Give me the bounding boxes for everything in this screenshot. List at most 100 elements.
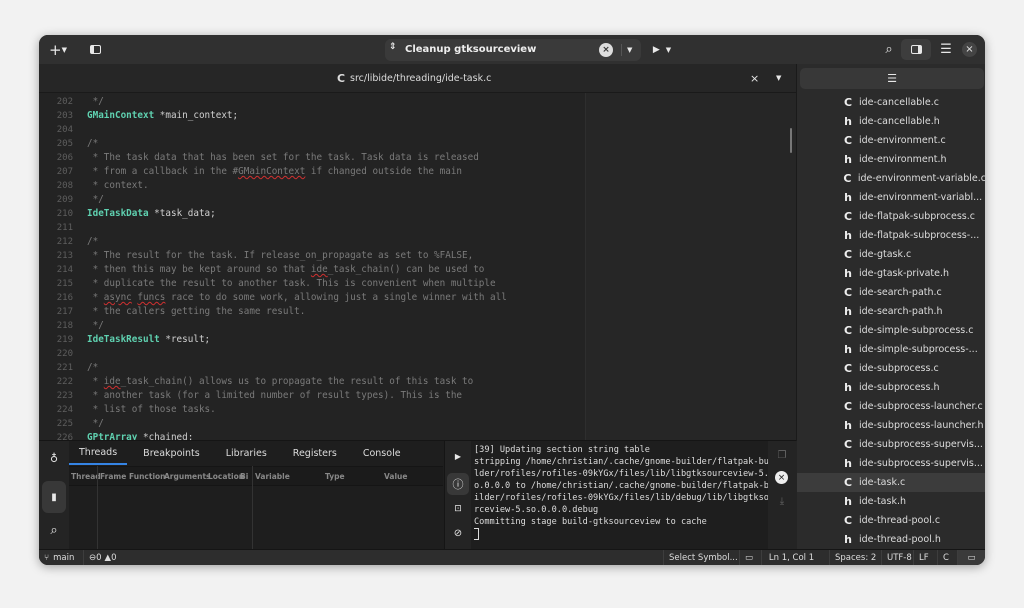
tab-console[interactable]: Console <box>353 441 411 465</box>
encoding[interactable]: UTF-8 <box>881 550 917 565</box>
code-line: * duplicate the result to another task. … <box>87 278 496 289</box>
file-item[interactable]: Cide-task.c <box>797 473 985 492</box>
line-ending[interactable]: LF <box>913 550 934 565</box>
column-header[interactable]: Bi <box>240 472 248 481</box>
menu-button[interactable]: ☰ <box>936 40 956 59</box>
file-item[interactable]: h ide-flatpak-subprocess-... <box>797 226 985 245</box>
column-header[interactable]: Value <box>384 472 407 481</box>
tab-menu-icon[interactable]: ▼ <box>776 74 781 82</box>
column-header[interactable]: Type <box>325 472 345 481</box>
file-item[interactable]: h ide-subprocess.h <box>797 378 985 397</box>
code-line: GPtrArray *chained; <box>87 432 194 440</box>
download-icon[interactable]: ⤓ <box>773 493 791 509</box>
terminal-icon[interactable]: ⊡ <box>448 501 468 517</box>
file-item[interactable]: Cide-subprocess-launcher.c <box>797 397 985 416</box>
c-file-icon: C <box>843 248 853 261</box>
tab-libraries[interactable]: Libraries <box>216 441 277 465</box>
file-item[interactable]: h ide-environment.h <box>797 150 985 169</box>
c-file-icon: C <box>843 286 853 299</box>
target-label: Cleanup gtksourceview <box>405 44 537 55</box>
file-item[interactable]: Cide-search-path.c <box>797 283 985 302</box>
column-header[interactable]: Location <box>208 472 244 481</box>
file-item[interactable]: Cide-thread-pool.c <box>797 511 985 530</box>
stop-icon[interactable]: × <box>599 43 613 57</box>
line-number: 203 <box>56 111 73 121</box>
code-line: IdeTaskData *task_data; <box>87 208 216 219</box>
code-line: * context. <box>87 180 149 191</box>
code-line: * ide_task_chain() allows us to propagat… <box>87 376 474 387</box>
build-target-selector[interactable]: ⇕ Cleanup gtksourceview × ▼ <box>385 39 641 61</box>
column-header[interactable]: Variable <box>255 472 290 481</box>
file-item[interactable]: h ide-environment-variabl... <box>797 188 985 207</box>
run-button[interactable]: ▶ ▼ <box>647 40 677 59</box>
warning-count: 0 <box>111 553 117 563</box>
build-console[interactable]: ▶ ⓘ ⊡ ⊘ [39] Updating section string tab… <box>444 441 797 550</box>
diagnostics-indicator[interactable]: ⊖ 0 ▲ 0 <box>83 550 122 565</box>
search-icon[interactable]: ⌕ <box>44 521 64 539</box>
outline-button[interactable]: ☰ <box>800 68 984 89</box>
close-tab-icon[interactable]: × <box>750 72 759 85</box>
globe-icon[interactable]: ⊘ <box>448 525 468 541</box>
info-icon[interactable]: ⓘ <box>447 473 469 495</box>
line-number: 205 <box>56 139 73 149</box>
chevron-down-icon: ▼ <box>665 45 672 54</box>
clear-icon[interactable]: × <box>775 471 788 484</box>
tab-breakpoints[interactable]: Breakpoints <box>133 441 210 465</box>
line-number: 215 <box>56 279 73 289</box>
line-number: 219 <box>56 335 73 345</box>
menu-icon: ☰ <box>940 42 952 57</box>
file-item[interactable]: Cide-cancellable.c <box>797 93 985 112</box>
column-header[interactable]: Frame <box>100 472 126 481</box>
file-item[interactable]: h ide-cancellable.h <box>797 112 985 131</box>
file-name: ide-simple-subprocess.c <box>859 325 974 336</box>
tab-registers[interactable]: Registers <box>283 441 347 465</box>
language[interactable]: C <box>937 550 954 565</box>
file-item[interactable]: Cide-gtask.c <box>797 245 985 264</box>
run-icon[interactable]: ▶ <box>448 448 468 464</box>
target-menu-icon[interactable]: ▼ <box>621 44 632 56</box>
file-item[interactable]: Cide-subprocess.c <box>797 359 985 378</box>
column-header[interactable]: Function <box>129 472 166 481</box>
panel-toggle-icon[interactable]: ▭ <box>957 550 985 565</box>
line-number: 207 <box>56 167 73 177</box>
c-file-icon: C <box>843 210 853 223</box>
code-editor[interactable]: 202 */ 203 GMainContext *main_context; 204 2… <box>39 93 796 440</box>
folder-icon[interactable]: ▭ <box>739 550 761 565</box>
file-item[interactable]: h ide-thread-pool.h <box>797 530 985 549</box>
symbol-selector[interactable]: Select Symbol... <box>663 550 743 565</box>
editor-tab[interactable]: C src/libide/threading/ide-task.c × ▼ <box>39 64 796 93</box>
lightbulb-icon[interactable]: ♁ <box>44 449 64 467</box>
file-name: ide-search-path.h <box>859 306 943 317</box>
file-item[interactable]: h ide-gtask-private.h <box>797 264 985 283</box>
file-item[interactable]: h ide-simple-subprocess-... <box>797 340 985 359</box>
code-line: /* <box>87 362 99 373</box>
branch-indicator[interactable]: ⑂ main <box>39 550 79 565</box>
file-item[interactable]: h ide-search-path.h <box>797 302 985 321</box>
copy-icon[interactable]: ❐ <box>773 447 791 463</box>
file-item[interactable]: h ide-task.h <box>797 492 985 511</box>
search-button[interactable]: ⌕ <box>879 40 899 59</box>
file-item[interactable]: h ide-subprocess-supervis... <box>797 454 985 473</box>
file-name: ide-thread-pool.c <box>859 515 941 526</box>
file-item[interactable]: Cide-flatpak-subprocess.c <box>797 207 985 226</box>
file-item[interactable]: Cide-environment.c <box>797 131 985 150</box>
file-item[interactable]: Cide-simple-subprocess.c <box>797 321 985 340</box>
indentation[interactable]: Spaces: 2 <box>829 550 881 565</box>
debugger-icon[interactable]: ▮ <box>42 481 66 513</box>
scrollbar[interactable] <box>790 128 792 153</box>
toggle-panel-button[interactable] <box>901 39 931 60</box>
code-line: * list of those tasks. <box>87 404 216 415</box>
column-header[interactable]: Arguments <box>164 472 211 481</box>
search-icon: ⌕ <box>885 42 893 57</box>
cursor-position[interactable]: Ln 1, Col 1 <box>761 550 821 565</box>
file-item[interactable]: Cide-environment-variable.c <box>797 169 985 188</box>
file-item[interactable]: Cide-subprocess-supervis... <box>797 435 985 454</box>
toggle-sidebar-button[interactable] <box>85 40 105 59</box>
new-button[interactable]: + ▼ <box>45 40 71 59</box>
tab-threads[interactable]: Threads <box>69 441 128 465</box>
close-button[interactable]: × <box>962 42 977 57</box>
line-number: 225 <box>56 419 73 429</box>
file-item[interactable]: h ide-subprocess-launcher.h <box>797 416 985 435</box>
code-line: /* <box>87 236 99 247</box>
error-icon: ⊖ <box>89 553 97 563</box>
